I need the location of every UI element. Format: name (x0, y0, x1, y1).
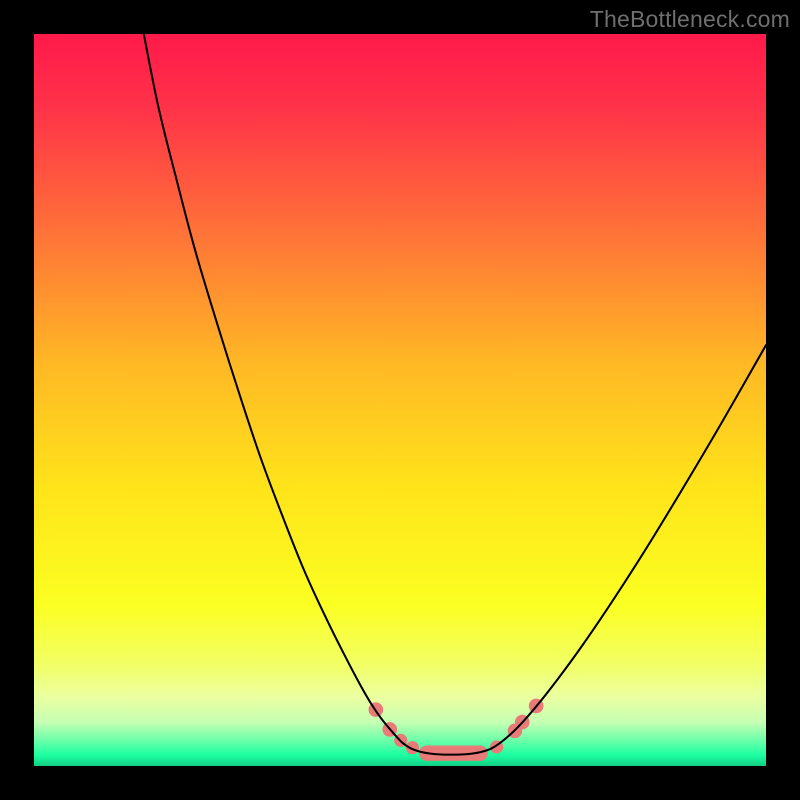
marker-layer (369, 699, 544, 761)
plot-area (34, 34, 766, 766)
curve-layer (34, 34, 766, 766)
watermark-text: TheBottleneck.com (590, 6, 790, 33)
bottleneck-curve (144, 34, 766, 755)
chart-container: TheBottleneck.com (0, 0, 800, 800)
